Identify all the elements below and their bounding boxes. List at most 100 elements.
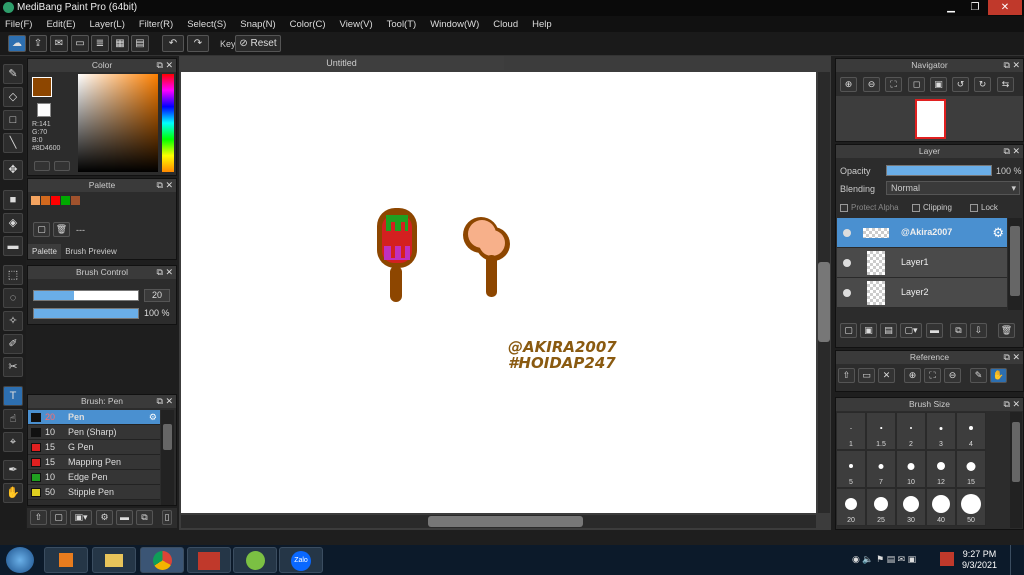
- reference-open-icon[interactable]: ▭: [858, 368, 875, 383]
- palette-swatch[interactable]: [41, 196, 50, 205]
- brush-size-cell[interactable]: 7: [866, 450, 896, 488]
- reference-close-icon[interactable]: ✕: [878, 368, 895, 383]
- canvas-paper[interactable]: @AKIRA2007 #HOIDAP247: [181, 72, 816, 513]
- duplicate-layer-icon[interactable]: ⧉: [950, 323, 967, 338]
- bucket-tool-icon[interactable]: ◈: [3, 213, 23, 233]
- brush-size-cell[interactable]: 30: [896, 488, 926, 526]
- taskbar-paint-icon[interactable]: [187, 547, 231, 573]
- taskbar-clock[interactable]: 9:27 PM 9/3/2021: [962, 549, 997, 571]
- menu-help[interactable]: Help: [532, 19, 552, 30]
- flip-icon[interactable]: ⇆: [997, 77, 1014, 92]
- tray-icons[interactable]: ◉ 🔈 ⚑ ▤ ✉ ▣: [852, 554, 916, 565]
- eye-icon[interactable]: [843, 289, 851, 297]
- menu-edit[interactable]: Edit(E): [46, 19, 75, 30]
- share-icon[interactable]: ⇪: [29, 35, 47, 52]
- brush-size-cell[interactable]: 4: [956, 412, 986, 450]
- select-eraser-icon[interactable]: ✂: [3, 357, 23, 377]
- layer-opacity-slider[interactable]: [886, 165, 992, 176]
- layer-folder-icon[interactable]: ▬: [926, 323, 943, 338]
- fill-rect-icon[interactable]: ■: [3, 190, 23, 210]
- main-color-swatch[interactable]: [32, 77, 52, 97]
- dot-tool-icon[interactable]: □: [3, 110, 23, 130]
- new-layer-icon[interactable]: ▢: [840, 323, 857, 338]
- brush-size-cell[interactable]: 5: [836, 450, 866, 488]
- eraser-tool-icon[interactable]: ◇: [3, 87, 23, 107]
- brush-item[interactable]: 50 Stipple Pen: [28, 485, 160, 500]
- layer-row[interactable]: Layer1: [837, 248, 1007, 278]
- brush-size-cell[interactable]: 3: [926, 412, 956, 450]
- minimize-button[interactable]: ▁: [940, 0, 962, 15]
- fit-icon[interactable]: ⛶: [885, 77, 902, 92]
- show-desktop-button[interactable]: [1010, 545, 1024, 575]
- brush-size-cell[interactable]: 25: [866, 488, 896, 526]
- comment-icon[interactable]: ✉: [50, 35, 68, 52]
- brush-size-cell[interactable]: 50: [956, 488, 986, 526]
- tray-app-icon[interactable]: [940, 552, 954, 566]
- brush-settings-gear-icon[interactable]: ⚙: [149, 410, 157, 425]
- cloud-icon[interactable]: ☁: [8, 35, 26, 52]
- menu-filter[interactable]: Filter(R): [139, 19, 173, 30]
- new-brush-icon[interactable]: ▢: [50, 510, 67, 525]
- brush-size-cell[interactable]: 40: [926, 488, 956, 526]
- reference-zoom-in-icon[interactable]: ⊕: [904, 368, 921, 383]
- layer-scrollbar[interactable]: [1008, 218, 1022, 310]
- reference-dropper-icon[interactable]: ✎: [970, 368, 987, 383]
- panel-close-icon[interactable]: ⧉ ✕: [157, 266, 173, 279]
- menu-select[interactable]: Select(S): [187, 19, 226, 30]
- brush-size-cell[interactable]: 12: [926, 450, 956, 488]
- pen-line-icon[interactable]: ╲: [3, 133, 23, 153]
- lasso-tool-icon[interactable]: ◌: [3, 288, 23, 308]
- brush-item[interactable]: 15 Mapping Pen: [28, 455, 160, 470]
- restore-button[interactable]: ❐: [964, 0, 986, 15]
- protect-alpha-checkbox[interactable]: Protect Alpha: [840, 203, 899, 212]
- reference-hand-icon[interactable]: ✋: [990, 368, 1007, 383]
- taskbar-zalo-icon[interactable]: Zalo: [279, 547, 323, 573]
- add-palette-icon[interactable]: ▢: [33, 222, 50, 237]
- color-mode-icon[interactable]: [34, 161, 50, 171]
- navigator-preview[interactable]: [836, 96, 1023, 141]
- select-pen-icon[interactable]: ✐: [3, 334, 23, 354]
- canvas-vertical-scrollbar[interactable]: [818, 72, 830, 513]
- panel-close-icon[interactable]: ⧉ ✕: [1004, 351, 1020, 364]
- menu-cloud[interactable]: Cloud: [493, 19, 518, 30]
- operation-tool-icon[interactable]: ☝: [3, 409, 23, 429]
- layer-settings-gear-icon[interactable]: ⚙: [992, 225, 1004, 241]
- eye-icon[interactable]: [843, 259, 851, 267]
- taskbar-explorer-icon[interactable]: [92, 547, 136, 573]
- brush-size-value[interactable]: 20: [144, 289, 170, 302]
- magic-wand-icon[interactable]: ✧: [3, 311, 23, 331]
- reference-upload-icon[interactable]: ⇧: [838, 368, 855, 383]
- brush-size-cell[interactable]: 20: [836, 488, 866, 526]
- eye-icon[interactable]: [843, 229, 851, 237]
- duplicate-brush-icon[interactable]: ⧉: [136, 510, 153, 525]
- brush-opacity-slider[interactable]: [33, 308, 139, 319]
- layer-row[interactable]: Layer2: [837, 278, 1007, 308]
- clipping-checkbox[interactable]: Clipping: [912, 203, 952, 212]
- rotate-right-icon[interactable]: ↻: [974, 77, 991, 92]
- close-button[interactable]: ✕: [988, 0, 1022, 15]
- brush-size-scrollbar[interactable]: [1010, 412, 1022, 528]
- taskbar-green-app-icon[interactable]: [233, 547, 277, 573]
- upload-brush-icon[interactable]: ⇧: [30, 510, 47, 525]
- menu-file[interactable]: File(F): [5, 19, 32, 30]
- trash-brush-icon[interactable]: ▯: [162, 510, 172, 525]
- document-icon[interactable]: ≣: [91, 35, 109, 52]
- tab-palette[interactable]: Palette: [28, 244, 61, 259]
- brush-size-cell[interactable]: 2: [896, 412, 926, 450]
- reference-zoom-out-icon[interactable]: ⊖: [944, 368, 961, 383]
- color-picker-square[interactable]: [78, 74, 158, 172]
- zoom-in-icon[interactable]: ⊕: [840, 77, 857, 92]
- dropper-icon[interactable]: ✒: [3, 460, 23, 480]
- chat-icon[interactable]: ▭: [71, 35, 89, 52]
- layer-row[interactable]: @Akira2007 ⚙: [837, 218, 1007, 248]
- eyedropper-icon[interactable]: ⌖: [3, 432, 23, 452]
- fullscreen-icon[interactable]: ▣: [930, 77, 947, 92]
- brush-size-cell[interactable]: 10: [896, 450, 926, 488]
- transparent-swatch[interactable]: [37, 103, 51, 117]
- panel-close-icon[interactable]: ⧉ ✕: [1004, 145, 1020, 158]
- menu-snap[interactable]: Snap(N): [240, 19, 275, 30]
- panel-close-icon[interactable]: ⧉ ✕: [1004, 59, 1020, 72]
- panel-close-icon[interactable]: ⧉ ✕: [157, 59, 173, 72]
- gradient-tool-icon[interactable]: ▬: [3, 236, 23, 256]
- taskbar-chrome-icon[interactable]: [140, 547, 184, 573]
